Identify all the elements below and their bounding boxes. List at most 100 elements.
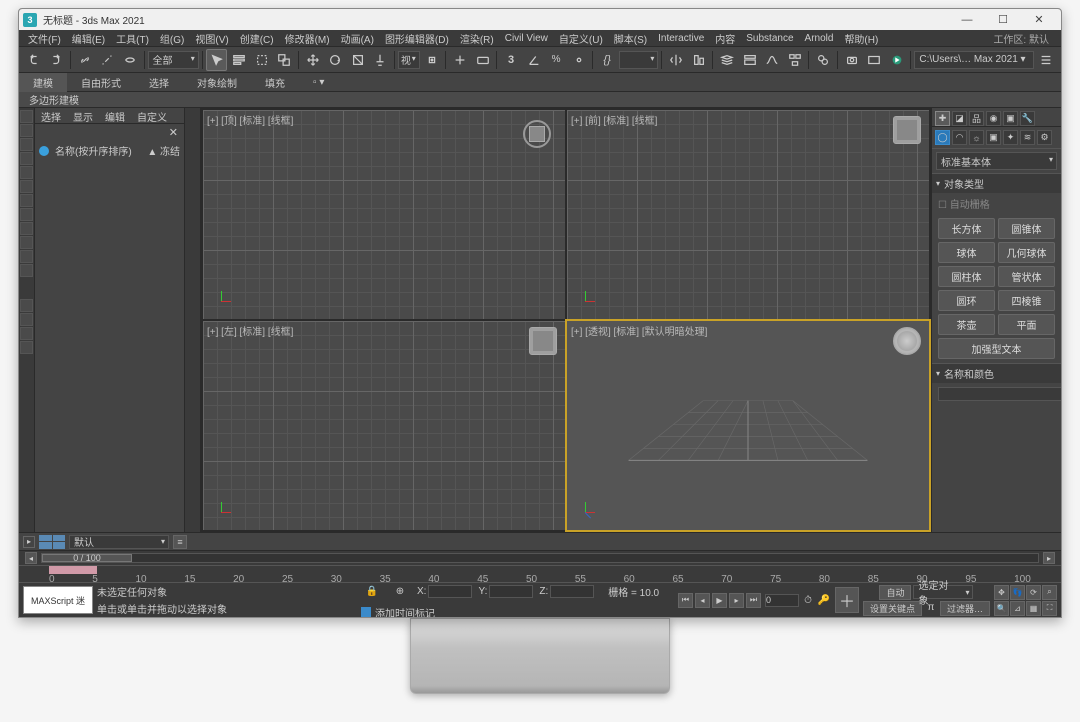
lt-15[interactable] [20,327,33,340]
redo-button[interactable] [46,49,68,71]
ribbon-panel-polymodel[interactable]: 多边形建模 [19,91,89,108]
menu-content[interactable]: 内容 [710,30,740,47]
geometry-type-dropdown[interactable]: 标准基本体 [936,152,1057,170]
panel-tab-utilities[interactable]: 🔧 [1020,111,1035,126]
nav-pan[interactable]: ✥ [994,585,1009,600]
scene-tab-display[interactable]: 显示 [67,108,99,123]
named-sel-dropdown[interactable] [619,51,659,69]
menu-script[interactable]: 脚本(S) [609,30,652,47]
select-object-button[interactable] [206,49,228,71]
autokey-button[interactable]: 自动 [879,585,911,600]
cat-cameras[interactable]: ▣ [986,130,1001,145]
lt-10[interactable] [20,236,33,249]
manipulate-button[interactable] [449,49,471,71]
menu-create[interactable]: 创建(C) [235,30,279,47]
scene-sort-icon[interactable] [39,146,49,156]
ribbon-tab-objectpaint[interactable]: 对象绘制 [183,73,251,92]
mirror-button[interactable] [665,49,687,71]
time-tag-icon[interactable] [361,607,371,617]
snap-3-button[interactable]: 3 [500,49,522,71]
align-button[interactable] [688,49,710,71]
viewport-left[interactable]: [+] [左] [标准] [线框] [203,321,565,530]
coord-x-input[interactable] [428,585,472,598]
move-button[interactable] [302,49,324,71]
angle-snap-button[interactable] [523,49,545,71]
maximize-button[interactable]: ☐ [985,10,1021,30]
lt-8[interactable] [20,208,33,221]
viewport-front[interactable]: [+] [前] [标准] [线框] [567,110,929,319]
layer-expand-button[interactable]: ▸ [23,536,35,548]
close-button[interactable]: ✕ [1021,10,1057,30]
cat-lights[interactable]: ☼ [969,130,984,145]
goto-end-button[interactable]: ⏭ [746,593,761,608]
spinner-snap-button[interactable] [568,49,590,71]
prev-frame-button[interactable]: ◂ [695,593,710,608]
maxscript-mini-listener[interactable]: MAXScript 迷 [23,586,93,614]
viewport-layout-button[interactable] [39,535,65,549]
coord-y-input[interactable] [489,585,533,598]
time-knob[interactable]: 0 / 100 [42,554,132,562]
viewcube-persp[interactable] [893,327,921,355]
key-mode-button[interactable]: 🔑 [817,593,831,607]
cat-helpers[interactable]: ✦ [1003,130,1018,145]
layer-dropdown[interactable]: 默认 [69,535,169,549]
cat-systems[interactable]: ⚙ [1037,130,1052,145]
scene-tab-select[interactable]: 选择 [35,108,67,123]
btn-plane[interactable]: 平面 [998,314,1055,335]
bind-button[interactable] [119,49,141,71]
time-ruler[interactable]: 0510152025303540455055606570758085909510… [19,565,1061,583]
viewcube-front[interactable] [893,116,921,144]
btn-geosphere[interactable]: 几何球体 [998,242,1055,263]
viewport-front-label[interactable]: [+] [前] [标准] [线框] [571,112,657,127]
menu-graph[interactable]: 图形编辑器(D) [380,30,454,47]
rotate-button[interactable] [324,49,346,71]
select-name-button[interactable] [228,49,250,71]
viewport-top[interactable]: [+] [顶] [标准] [线框] [203,110,565,319]
menu-tools[interactable]: 工具(T) [111,30,154,47]
named-sel-button[interactable]: {} [596,49,618,71]
lt-16[interactable] [20,341,33,354]
menu-arnold[interactable]: Arnold [800,32,839,45]
lt-4[interactable] [20,152,33,165]
cat-shapes[interactable]: ◠ [952,130,967,145]
menu-file[interactable]: 文件(F) [23,30,66,47]
set-key-button[interactable]: ＋ [835,587,859,613]
btn-torus[interactable]: 圆环 [938,290,995,311]
panel-tab-hierarchy[interactable]: 品 [969,111,984,126]
coord-z-input[interactable] [550,585,594,598]
pivot-button[interactable] [421,49,443,71]
play-button[interactable]: ▶ [712,593,727,608]
ribbon-tab-freeform[interactable]: 自由形式 [67,73,135,92]
curve-editor-button[interactable] [761,49,783,71]
scene-header-freeze[interactable]: ▲ 冻结 [147,143,180,158]
panel-tab-create[interactable]: ✚ [935,111,950,126]
btn-tube[interactable]: 管状体 [998,266,1055,287]
goto-start-button[interactable]: ⏮ [678,593,693,608]
panel-tab-motion[interactable]: ◉ [986,111,1001,126]
nav-fov[interactable]: ⊿ [1010,601,1025,616]
btn-box[interactable]: 长方体 [938,218,995,239]
layer-explorer-button[interactable] [716,49,738,71]
nav-zoom-all[interactable]: ▦ [1026,601,1041,616]
viewcube-top[interactable] [523,120,551,148]
time-next[interactable]: ▸ [1043,552,1055,564]
menu-view[interactable]: 视图(V) [190,30,233,47]
lt-2[interactable] [20,124,33,137]
toggle-ribbon-button[interactable] [739,49,761,71]
keyboard-shortcut-button[interactable] [472,49,494,71]
ribbon-tab-populate[interactable]: 填充 [251,73,299,92]
render-setup-button[interactable] [841,49,863,71]
viewport-perspective[interactable]: [+] [透视] [标准] [默认明暗处理] [567,321,929,530]
viewport-top-label[interactable]: [+] [顶] [标准] [线框] [207,112,293,127]
panel-tab-modify[interactable]: ◪ [952,111,967,126]
scene-close-button[interactable]: ✕ [35,124,184,141]
btn-pyramid[interactable]: 四棱锥 [998,290,1055,311]
menu-help[interactable]: 帮助(H) [839,30,883,47]
select-region-button[interactable] [251,49,273,71]
viewcube-left[interactable] [529,327,557,355]
window-crossing-button[interactable] [273,49,295,71]
placement-button[interactable] [369,49,391,71]
viewport-persp-label[interactable]: [+] [透视] [标准] [默认明暗处理] [571,323,707,338]
nav-zoom[interactable]: 🔍 [994,601,1009,616]
current-frame-input[interactable] [765,594,799,607]
